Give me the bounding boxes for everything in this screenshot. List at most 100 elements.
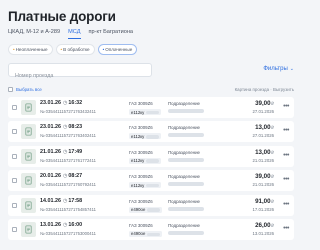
department-label: Подразделение bbox=[168, 125, 200, 131]
vehicle-model: ГАЗ 3009Z6 bbox=[129, 101, 153, 106]
payment-amount: 39,00 bbox=[255, 100, 271, 107]
tab-msd[interactable]: МСД bbox=[68, 29, 81, 39]
more-options-icon[interactable]: ••• bbox=[283, 152, 289, 159]
select-all-label: Выбрать все bbox=[16, 87, 42, 92]
payment-date: 27.01.2026 bbox=[252, 133, 274, 139]
row-checkbox[interactable] bbox=[12, 105, 17, 110]
filters-button[interactable]: Фильтры ⌄ bbox=[263, 66, 294, 72]
more-options-icon[interactable]: ••• bbox=[283, 103, 289, 110]
currency: ₽ bbox=[271, 149, 274, 155]
row-checkbox[interactable] bbox=[12, 202, 17, 208]
list-actions: Картина проезда · Выгрузить bbox=[234, 87, 294, 92]
payment-date: 21.01.2026 bbox=[252, 182, 274, 188]
more-options-icon[interactable]: ••• bbox=[283, 201, 289, 208]
event-time: 16:00 bbox=[68, 221, 83, 228]
status-filter: •Неоплаченные •В обработке •Оплаченные bbox=[8, 44, 138, 55]
receipt-icon bbox=[21, 221, 36, 237]
redacted-region bbox=[147, 208, 161, 212]
tab-ckad[interactable]: ЦКАД, М-12 и А-289 bbox=[8, 29, 60, 39]
passages-list: 23.01.26 ◷16:32 № 0354411157271763432411 … bbox=[8, 97, 294, 243]
more-options-icon[interactable]: ••• bbox=[283, 127, 289, 134]
road-tabs: ЦКАД, М-12 и А-289 МСД пр-кт Багратиона bbox=[8, 29, 133, 39]
list-item[interactable]: 23.01.26 ◷08:23 № 0354411157271763402411 … bbox=[8, 121, 294, 143]
receipt-icon bbox=[21, 197, 36, 213]
vehicle-model: ГАЗ 3009Z6 bbox=[129, 125, 153, 131]
search-box bbox=[8, 63, 152, 82]
event-time: 16:32 bbox=[68, 100, 83, 106]
currency: ₽ bbox=[271, 101, 274, 106]
payment-amount: 91,00 bbox=[255, 197, 271, 205]
list-item[interactable]: 20.01.26 ◷08:27 № 0354411157271760792411 … bbox=[8, 170, 294, 192]
list-item[interactable]: 21.01.26 ◷17:49 № 0354411157271761772411 … bbox=[8, 145, 294, 167]
row-checkbox[interactable] bbox=[12, 153, 17, 159]
event-date: 23.01.26 bbox=[40, 100, 61, 106]
vehicle-model: ГАЗ 3009Z6 bbox=[129, 222, 153, 228]
filters-label: Фильтры bbox=[263, 66, 288, 72]
vehicle-model: ГАЗ 3009Z6 bbox=[129, 198, 153, 204]
event-date: 20.01.26 bbox=[40, 173, 61, 180]
redacted-region bbox=[146, 110, 160, 115]
payment-amount: 13,00 bbox=[255, 148, 271, 156]
event-number: № 0354411157271761772411 bbox=[40, 157, 96, 163]
row-checkbox[interactable] bbox=[12, 226, 17, 232]
pill-processing[interactable]: •В обработке bbox=[55, 44, 95, 55]
event-date: 23.01.26 bbox=[40, 124, 61, 131]
sort-link[interactable]: Картина проезда bbox=[235, 87, 269, 92]
event-date: 13.01.26 bbox=[40, 221, 61, 228]
list-item[interactable]: 13.01.26 ◷16:00 № 0354411157271753000411 … bbox=[8, 218, 294, 240]
list-item[interactable]: 23.01.26 ◷16:32 № 0354411157271763432411 … bbox=[8, 97, 294, 118]
payment-amount: 13,00 bbox=[255, 124, 271, 132]
payment-amount: 39,00 bbox=[255, 173, 271, 181]
redacted-region bbox=[147, 232, 161, 237]
row-checkbox[interactable] bbox=[12, 178, 17, 184]
currency: ₽ bbox=[271, 174, 274, 180]
search-input[interactable] bbox=[9, 70, 151, 82]
status-dot-icon: • bbox=[102, 47, 105, 52]
event-number: № 0354411157271763402411 bbox=[40, 133, 96, 139]
event-time: 17:49 bbox=[68, 148, 83, 155]
currency: ₽ bbox=[271, 198, 274, 204]
more-options-icon[interactable]: ••• bbox=[283, 225, 289, 232]
receipt-icon bbox=[21, 100, 36, 115]
pill-unpaid[interactable]: •Неоплаченные bbox=[8, 44, 53, 55]
redacted-department bbox=[168, 230, 204, 235]
redacted-region bbox=[146, 183, 160, 188]
event-time: 17:58 bbox=[68, 197, 83, 204]
pill-paid[interactable]: •Оплаченные bbox=[97, 44, 138, 55]
row-checkbox[interactable] bbox=[12, 129, 17, 135]
plate-number: е490ое bbox=[131, 207, 146, 213]
payment-date: 17.01.2026 bbox=[252, 206, 274, 212]
department-label: Подразделение bbox=[168, 101, 200, 106]
department-label: Подразделение bbox=[168, 174, 200, 180]
plate-number: е112ку bbox=[131, 109, 145, 115]
status-dot-icon: • bbox=[60, 47, 63, 52]
redacted-department bbox=[168, 157, 204, 162]
select-all-checkbox[interactable] bbox=[8, 87, 13, 92]
pill-label: Оплаченные bbox=[105, 47, 133, 52]
vehicle-model: ГАЗ 3009Z6 bbox=[129, 174, 153, 180]
clock-icon: ◷ bbox=[62, 221, 68, 228]
tab-bagrationa[interactable]: пр-кт Багратиона bbox=[89, 29, 134, 39]
export-link[interactable]: Выгрузить bbox=[273, 87, 294, 92]
clock-icon: ◷ bbox=[62, 148, 68, 155]
pill-label: Неоплаченные bbox=[15, 47, 48, 52]
redacted-department bbox=[168, 133, 204, 138]
list-header: Выбрать все Картина проезда · Выгрузить bbox=[8, 86, 294, 94]
redacted-department bbox=[168, 206, 204, 211]
event-time: 08:23 bbox=[68, 124, 83, 131]
plate-number: е112ку bbox=[131, 158, 145, 164]
select-all[interactable]: Выбрать все bbox=[8, 87, 42, 92]
currency: ₽ bbox=[271, 222, 274, 228]
status-dot-icon: • bbox=[13, 47, 15, 52]
redacted-department bbox=[168, 182, 204, 187]
chevron-down-icon: ⌄ bbox=[289, 66, 294, 72]
clock-icon: ◷ bbox=[62, 197, 68, 204]
receipt-icon bbox=[21, 173, 36, 189]
receipt-icon bbox=[21, 124, 36, 140]
event-number: № 0354411157271754857411 bbox=[40, 206, 96, 212]
payment-amount: 26,00 bbox=[255, 221, 271, 229]
redacted-region bbox=[146, 159, 160, 163]
event-number: № 0354411157271760792411 bbox=[40, 182, 96, 188]
list-item[interactable]: 14.01.26 ◷17:58 № 0354411157271754857411 … bbox=[8, 194, 294, 216]
more-options-icon[interactable]: ••• bbox=[283, 176, 289, 183]
